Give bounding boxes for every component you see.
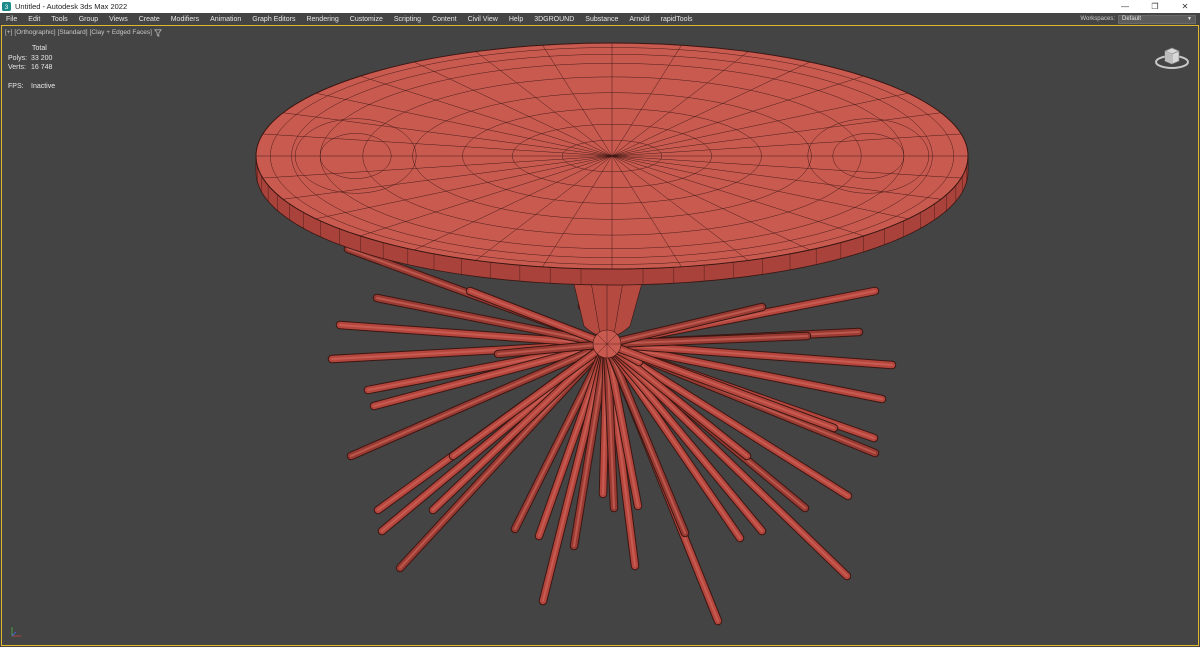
maximize-button[interactable]: ❐ bbox=[1140, 0, 1170, 13]
svg-text:3: 3 bbox=[5, 4, 9, 11]
viewport-standard[interactable]: [Standard] bbox=[58, 29, 88, 37]
stats-verts-label: Verts: bbox=[8, 64, 26, 71]
stats-total-label: Total bbox=[32, 45, 47, 52]
window-title: Untitled - Autodesk 3ds Max 2022 bbox=[15, 2, 128, 11]
menu-3dground[interactable]: 3DGROUND bbox=[529, 16, 580, 23]
stats-polys-value: 33 200 bbox=[31, 54, 53, 62]
workspaces-dropdown[interactable]: Default ▼ bbox=[1118, 14, 1196, 24]
stats-polys-label: Polys: bbox=[8, 54, 28, 62]
stats-verts-value: 16 748 bbox=[31, 64, 53, 71]
viewcube-icon[interactable] bbox=[1154, 42, 1190, 72]
menu-rapidtools[interactable]: rapidTools bbox=[655, 16, 698, 23]
menu-animation[interactable]: Animation bbox=[205, 16, 247, 23]
title-bar: 3 Untitled - Autodesk 3ds Max 2022 — ❐ ✕ bbox=[0, 0, 1200, 13]
menu-file[interactable]: File bbox=[0, 16, 23, 23]
viewport-point-of-view[interactable]: [Orthographic] bbox=[14, 29, 55, 37]
statistics-overlay: Total Polys: 33 200 Verts: 16 748 FPS: I… bbox=[8, 44, 55, 91]
menu-create[interactable]: Create bbox=[133, 16, 165, 23]
menu-arnold[interactable]: Arnold bbox=[624, 16, 655, 23]
menu-customize[interactable]: Customize bbox=[344, 16, 388, 23]
menu-help[interactable]: Help bbox=[503, 16, 528, 23]
viewport-menu-plus[interactable]: [+] bbox=[5, 29, 12, 37]
menu-modifiers[interactable]: Modifiers bbox=[165, 16, 204, 23]
stats-fps-value: Inactive bbox=[31, 82, 56, 90]
workspaces-value: Default bbox=[1122, 16, 1142, 22]
menu-scripting[interactable]: Scripting bbox=[388, 16, 426, 23]
app-icon: 3 bbox=[2, 2, 11, 11]
table-leg[interactable] bbox=[602, 339, 852, 581]
workspaces-group: Workspaces: Default ▼ bbox=[1080, 14, 1200, 24]
menu-graph-editors[interactable]: Graph Editors bbox=[247, 16, 301, 23]
menu-views[interactable]: Views bbox=[104, 16, 134, 23]
chevron-down-icon: ▼ bbox=[1187, 16, 1192, 22]
stats-fps-label: FPS: bbox=[8, 82, 24, 90]
menu-content[interactable]: Content bbox=[427, 16, 463, 23]
workspaces-label: Workspaces: bbox=[1080, 16, 1115, 22]
scene-canvas[interactable] bbox=[2, 26, 1198, 645]
menu-bar: File Edit Tools Group Views Create Modif… bbox=[0, 13, 1200, 25]
close-button[interactable]: ✕ bbox=[1170, 0, 1200, 13]
axis-tripod-icon bbox=[11, 627, 21, 637]
funnel-icon[interactable] bbox=[153, 29, 162, 37]
perspective-viewport[interactable]: [+] [Orthographic] [Standard] [Clay + Ed… bbox=[1, 25, 1199, 646]
viewport-shading[interactable]: [Clay + Edged Faces] bbox=[90, 29, 152, 37]
menu-substance[interactable]: Substance bbox=[580, 16, 624, 23]
viewport-label: [+] [Orthographic] [Standard] [Clay + Ed… bbox=[5, 29, 162, 37]
menu-tools[interactable]: Tools bbox=[46, 16, 73, 23]
menu-rendering[interactable]: Rendering bbox=[301, 16, 344, 23]
table-top[interactable] bbox=[255, 42, 969, 286]
menu-edit[interactable]: Edit bbox=[23, 16, 46, 23]
menu-group[interactable]: Group bbox=[73, 16, 103, 23]
menu-civil-view[interactable]: Civil View bbox=[462, 16, 503, 23]
minimize-button[interactable]: — bbox=[1110, 0, 1140, 13]
